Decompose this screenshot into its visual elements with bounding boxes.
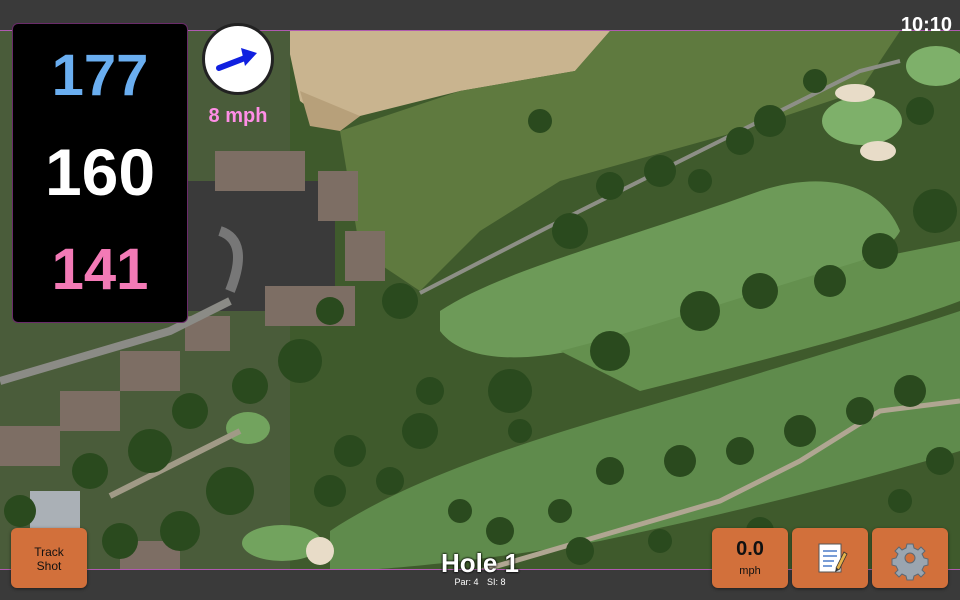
distance-middle: 160 (44, 135, 156, 209)
notepad-icon (818, 543, 848, 573)
distance-front: 141 (51, 237, 149, 302)
settings-button[interactable] (872, 528, 948, 588)
notes-button[interactable] (792, 528, 868, 588)
track-shot-button[interactable]: Track Shot (11, 528, 87, 588)
distance-panel: 177 160 141 (12, 23, 188, 323)
hole-info: Par: 4 SI: 8 (380, 577, 580, 587)
wind-speed-unit: mph (739, 565, 761, 577)
track-shot-label-line1: Track (34, 545, 64, 559)
hole-si: SI: 8 (487, 577, 506, 587)
hole-par: Par: 4 (454, 577, 479, 587)
wind-arrow-icon (216, 48, 257, 71)
distance-back: 177 (51, 43, 149, 108)
gear-icon (891, 543, 929, 581)
hole-title: Hole 1 (440, 548, 520, 578)
clock: 10:10 (900, 14, 952, 36)
wind-indicator (202, 23, 274, 95)
wind-speed-button[interactable]: 0.0 mph (712, 528, 788, 588)
wind-speed-label: 8 mph (208, 105, 268, 127)
track-shot-label-line2: Shot (36, 559, 62, 573)
wind-speed-value: 0.0 (736, 538, 764, 560)
